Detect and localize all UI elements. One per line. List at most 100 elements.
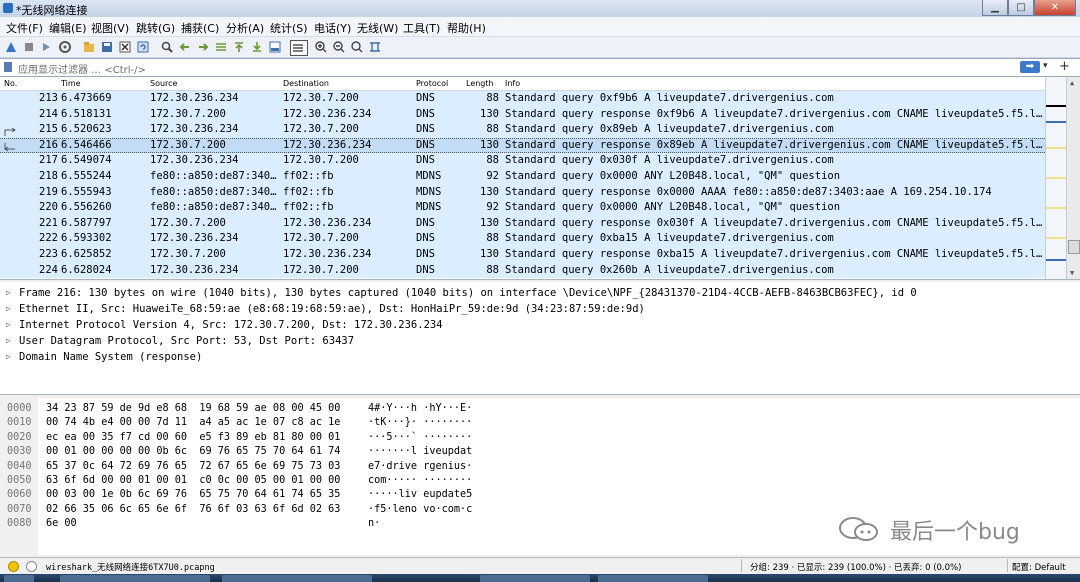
- open-file-icon[interactable]: [82, 40, 96, 54]
- packet-list-scrollbar[interactable]: ▲ ▼: [1066, 77, 1080, 279]
- column-header-source[interactable]: Source: [150, 79, 177, 88]
- apply-filter-arrow-icon[interactable]: ➡: [1020, 61, 1040, 73]
- packet-protocol: DNS: [416, 248, 435, 260]
- menu-capture[interactable]: 捕获(C): [181, 20, 219, 36]
- packet-source: 172.30.236.234: [150, 154, 239, 167]
- capture-comment-icon[interactable]: [26, 561, 37, 572]
- find-packet-icon[interactable]: [160, 40, 174, 54]
- packet-source: fe80::a850:de87:340…: [150, 170, 277, 182]
- zoom-in-icon[interactable]: [314, 40, 328, 54]
- expert-info-icon[interactable]: [8, 561, 19, 572]
- save-file-icon[interactable]: [100, 40, 114, 54]
- go-first-packet-icon[interactable]: [232, 40, 246, 54]
- byte-offset: 0030: [7, 446, 32, 458]
- packet-row-selected[interactable]: 216 6.546466 172.30.7.200 172.30.236.234 DNS…: [0, 137, 1045, 154]
- packet-row[interactable]: 213 6.473669 172.30.236.234 172.30.7.200 DNS…: [0, 91, 1045, 107]
- menu-file[interactable]: 文件(F): [6, 20, 43, 36]
- expand-arrow-icon[interactable]: ▷: [6, 333, 11, 349]
- resize-columns-icon[interactable]: [368, 40, 382, 54]
- close-file-icon[interactable]: [118, 40, 132, 54]
- expand-arrow-icon[interactable]: ▷: [6, 301, 11, 317]
- maximize-button[interactable]: □: [1008, 0, 1034, 16]
- column-header-time[interactable]: Time: [61, 79, 81, 88]
- packet-row[interactable]: 219 6.555943 fe80::a850:de87:340… ff02::fb M…: [0, 184, 1045, 201]
- packet-length: 88: [486, 154, 499, 167]
- autoscroll-icon[interactable]: [268, 40, 282, 54]
- packet-destination: 172.30.236.234: [283, 216, 372, 229]
- restart-capture-icon[interactable]: [40, 40, 54, 54]
- packet-info: Standard query 0xf9b6 A liveupdate7.driv…: [505, 92, 834, 104]
- go-last-packet-icon[interactable]: [250, 40, 264, 54]
- packet-row[interactable]: 224 6.628024 172.30.236.234 172.30.7.200 DNS…: [0, 262, 1045, 279]
- packet-info: Standard query 0x0000 ANY L20B48.local, …: [505, 201, 841, 214]
- scroll-down-arrow-icon[interactable]: ▼: [1070, 269, 1074, 277]
- packet-source: 172.30.236.234: [150, 92, 239, 104]
- packet-row[interactable]: 218 6.555244 fe80::a850:de87:340… ff02::fb M…: [0, 169, 1045, 185]
- start-capture-icon[interactable]: [4, 40, 18, 54]
- column-header-length[interactable]: Length: [466, 79, 494, 88]
- packet-row[interactable]: 215 6.520623 172.30.236.234 172.30.7.200 DNS…: [0, 122, 1045, 138]
- add-filter-button-plus-icon[interactable]: +: [1059, 59, 1070, 74]
- colorize-icon[interactable]: [290, 40, 308, 56]
- packet-destination: 172.30.7.200: [283, 232, 359, 245]
- menu-telephony[interactable]: 电话(Y): [314, 20, 351, 36]
- menu-edit[interactable]: 编辑(E): [49, 20, 87, 36]
- column-header-protocol[interactable]: Protocol: [416, 79, 448, 88]
- menu-wireless[interactable]: 无线(W): [357, 20, 398, 36]
- display-filter-input[interactable]: 应用显示过滤器 … <Ctrl-/>: [18, 61, 146, 76]
- packet-time: 6.549074: [61, 154, 112, 167]
- detail-text: Ethernet II, Src: HuaweiTe_68:59:ae (e8:…: [19, 303, 645, 315]
- menu-help[interactable]: 帮助(H): [447, 20, 486, 36]
- menu-view[interactable]: 视图(V): [91, 20, 129, 36]
- taskbar-item[interactable]: [222, 575, 372, 582]
- packet-no: 220: [39, 201, 58, 214]
- packet-row[interactable]: 214 6.518131 172.30.7.200 172.30.236.234 DNS…: [0, 106, 1045, 123]
- expand-arrow-icon[interactable]: ▷: [6, 285, 11, 301]
- packet-protocol: DNS: [416, 232, 435, 245]
- menu-go[interactable]: 跳转(G): [136, 20, 175, 36]
- byte-hex: 00 74 4b e4 00 00 7d 11 a4 a5 ac 1e 07 c…: [46, 417, 341, 429]
- packet-row[interactable]: 221 6.587797 172.30.7.200 172.30.236.234 DNS…: [0, 215, 1045, 232]
- filter-history-chevron-down-icon[interactable]: ▾: [1043, 61, 1048, 71]
- capture-options-icon[interactable]: [58, 40, 72, 54]
- packet-time: 6.546466: [61, 138, 112, 151]
- reload-file-icon[interactable]: [136, 40, 150, 54]
- taskbar-item[interactable]: [480, 575, 590, 582]
- menu-tools[interactable]: 工具(T): [403, 20, 440, 36]
- expand-arrow-icon[interactable]: ▷: [6, 317, 11, 333]
- column-header-no[interactable]: No.: [4, 79, 17, 88]
- menu-statistics[interactable]: 统计(S): [270, 20, 308, 36]
- bookmark-icon[interactable]: [4, 62, 12, 72]
- packet-row[interactable]: 217 6.549074 172.30.236.234 172.30.7.200 DNS…: [0, 153, 1045, 169]
- zoom-out-icon[interactable]: [332, 40, 346, 54]
- packet-row[interactable]: 223 6.625852 172.30.7.200 172.30.236.234 DNS…: [0, 247, 1045, 263]
- close-button[interactable]: ✕: [1034, 0, 1076, 16]
- scroll-up-arrow-icon[interactable]: ▲: [1070, 79, 1074, 87]
- go-forward-icon[interactable]: [196, 40, 210, 54]
- scroll-thumb[interactable]: [1068, 240, 1080, 254]
- menu-analyze[interactable]: 分析(A): [226, 20, 264, 36]
- packet-minimap[interactable]: [1045, 77, 1066, 279]
- packet-protocol: MDNS: [416, 170, 442, 182]
- packet-row[interactable]: 222 6.593302 172.30.236.234 172.30.7.200 DNS…: [0, 231, 1045, 247]
- packet-protocol: DNS: [416, 138, 435, 151]
- column-header-info[interactable]: Info: [505, 79, 520, 88]
- zoom-normal-icon[interactable]: [350, 40, 364, 54]
- taskbar-item[interactable]: [60, 575, 210, 582]
- taskbar-item[interactable]: [598, 575, 708, 582]
- packet-no: 215: [39, 123, 58, 136]
- go-back-icon[interactable]: [178, 40, 192, 54]
- column-header-destination[interactable]: Destination: [283, 79, 329, 88]
- stop-capture-icon[interactable]: [22, 40, 36, 54]
- packet-time: 6.555244: [61, 170, 112, 182]
- expand-arrow-icon[interactable]: ▷: [6, 349, 11, 365]
- start-button[interactable]: [4, 575, 34, 582]
- byte-hex: 00 03 00 1e 0b 6c 69 76 65 75 70 64 61 7…: [46, 489, 341, 501]
- packet-row[interactable]: 220 6.556260 fe80::a850:de87:340… ff02::fb M…: [0, 200, 1045, 216]
- minimize-button[interactable]: ▁: [982, 0, 1008, 16]
- packet-info: Standard query 0x89eb A liveupdate7.driv…: [505, 123, 834, 136]
- go-to-packet-icon[interactable]: [214, 40, 228, 54]
- packet-protocol: DNS: [416, 123, 435, 136]
- configuration-profile[interactable]: 配置: Default: [1012, 561, 1066, 573]
- packet-source: fe80::a850:de87:340…: [150, 185, 277, 198]
